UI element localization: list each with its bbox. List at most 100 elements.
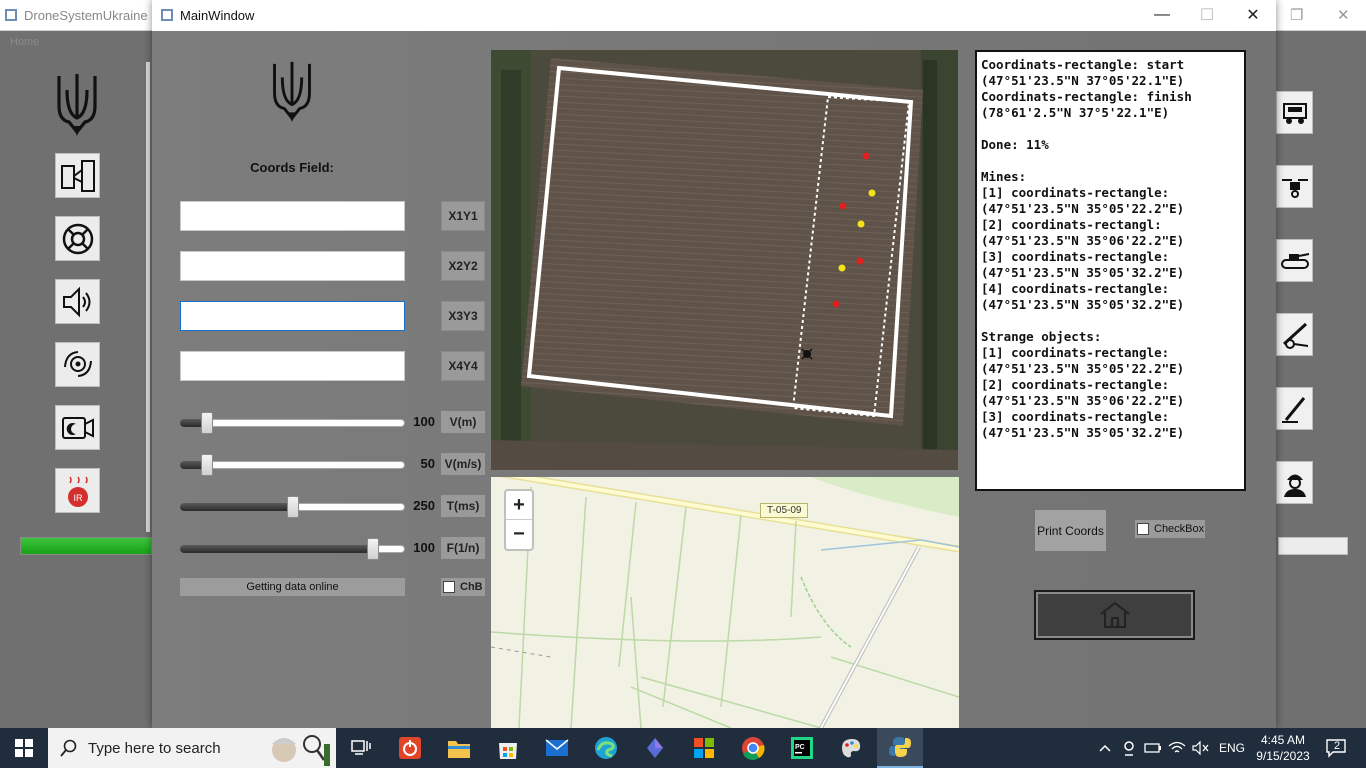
speed-slider[interactable] (180, 454, 405, 476)
checkbox-box[interactable] (443, 581, 455, 593)
info-line: (47°51'23.5"N 35°06'22.2"E) (981, 393, 1185, 408)
start-button[interactable] (0, 728, 48, 768)
coord-input-x1y1[interactable] (180, 201, 405, 231)
slider-fill (180, 545, 373, 553)
mine-marker[interactable] (857, 220, 865, 228)
info-line: (47°51'23.5"N 37°05'22.1"E) (981, 73, 1185, 88)
altitude-value: 100 (413, 414, 435, 429)
info-line: [1] coordinats-rectangle: (981, 345, 1170, 360)
infrared-icon[interactable]: IR (55, 468, 100, 513)
close-icon[interactable]: ✕ (1233, 4, 1273, 26)
restore-icon[interactable]: ❐ (1290, 6, 1303, 24)
mail-icon[interactable] (543, 734, 571, 762)
chevron-up-icon[interactable] (1093, 734, 1117, 762)
language-indicator[interactable]: ENG (1219, 741, 1245, 755)
tank-icon[interactable] (1276, 239, 1313, 282)
print-coords-button[interactable]: Print Coords (1035, 510, 1106, 551)
webcam-icon[interactable] (1117, 734, 1141, 762)
search-icon (60, 739, 77, 757)
clock[interactable]: 4:45 AM 9/15/2023 (1255, 732, 1311, 764)
slider-handle[interactable] (367, 538, 379, 560)
close-icon[interactable]: ✕ (1337, 6, 1350, 24)
speaker-icon[interactable] (55, 279, 100, 324)
home-button[interactable] (1034, 590, 1195, 640)
coord-input-x2y2[interactable] (180, 251, 405, 281)
wifi-icon[interactable] (1165, 734, 1189, 762)
mine-marker[interactable] (856, 257, 864, 265)
mine-marker[interactable] (862, 152, 870, 160)
edge-icon[interactable] (592, 734, 620, 762)
lifebuoy-icon[interactable] (55, 216, 100, 261)
mortar-icon[interactable] (1276, 387, 1313, 430)
checkbox-label: CheckBox (1154, 523, 1205, 535)
info-text-box[interactable]: Coordinats-rectangle: start (47°51'23.5"… (975, 50, 1246, 491)
mine-marker[interactable] (868, 189, 876, 197)
altitude-unit-label: V(m) (441, 411, 485, 433)
info-line (981, 153, 1240, 169)
zoom-in-button[interactable]: + (506, 491, 532, 520)
frequency-unit-label: F(1/n) (441, 537, 485, 559)
windows-icon (15, 739, 33, 757)
office-icon[interactable] (690, 734, 718, 762)
x4y4-button[interactable]: X4Y4 (441, 351, 485, 381)
svg-text:PC: PC (795, 744, 805, 751)
street-map[interactable]: + − T-05-09 (491, 477, 959, 728)
home-icon (1099, 601, 1130, 628)
coord-input-x4y4[interactable] (180, 351, 405, 381)
background-right-panel (1276, 31, 1366, 728)
night-camera-icon[interactable] (55, 405, 100, 450)
store-icon[interactable] (494, 734, 522, 762)
clock-date: 9/15/2023 (1256, 749, 1310, 763)
taskbar-search[interactable]: Type here to search (48, 728, 336, 768)
altitude-slider[interactable] (180, 412, 405, 434)
volume-muted-icon[interactable] (1189, 734, 1213, 762)
file-explorer-icon[interactable] (445, 734, 473, 762)
splitter[interactable] (146, 62, 150, 296)
battery-icon[interactable] (1141, 734, 1165, 762)
svg-text:IR: IR (73, 493, 83, 503)
chb-checkbox[interactable]: ChB (441, 578, 485, 596)
soldier-icon[interactable] (1276, 461, 1313, 504)
truck-icon[interactable] (1276, 91, 1313, 134)
paint-icon[interactable] (837, 734, 865, 762)
mine-marker[interactable] (838, 264, 846, 272)
artillery-icon[interactable] (1276, 313, 1313, 356)
task-view-icon[interactable] (347, 734, 375, 762)
info-line: [4] coordinats-rectangle: (981, 281, 1170, 296)
chrome-icon[interactable] (739, 734, 767, 762)
drone-control-icon[interactable] (55, 153, 100, 198)
coord-input-x3y3[interactable] (180, 301, 405, 331)
satellite-map[interactable] (491, 50, 958, 470)
splitter[interactable] (146, 296, 150, 532)
notification-center-icon[interactable]: 2 (1325, 738, 1347, 758)
info-line: [3] coordinats-rectangle: (981, 249, 1170, 264)
app-red-power-icon[interactable] (396, 734, 424, 762)
getting-data-online-button[interactable]: Getting data online (180, 578, 405, 596)
slider-handle[interactable] (201, 412, 213, 434)
maximize-icon[interactable]: ☐ (1187, 4, 1227, 26)
time-slider[interactable] (180, 496, 405, 518)
x3y3-button[interactable]: X3Y3 (441, 301, 485, 331)
slider-handle[interactable] (287, 496, 299, 518)
notification-count: 2 (1334, 740, 1341, 752)
mine-marker[interactable] (839, 202, 847, 210)
mine-marker[interactable] (832, 300, 840, 308)
x2y2-button[interactable]: X2Y2 (441, 251, 485, 281)
pycharm-icon[interactable]: PC (788, 734, 816, 762)
checkbox-box[interactable] (1137, 523, 1149, 535)
camera-rotate-icon[interactable] (55, 342, 100, 387)
python-app-icon[interactable] (877, 728, 923, 768)
checkbox[interactable]: CheckBox (1135, 520, 1205, 538)
info-line: Strange objects: (981, 329, 1102, 344)
info-line: (78°61'2.5"N 37°5'22.1"E) (981, 105, 1170, 120)
drone-icon[interactable] (1276, 165, 1313, 208)
info-line (981, 313, 1240, 329)
teams-like-icon[interactable] (641, 734, 669, 762)
minimize-icon[interactable]: — (1142, 4, 1182, 26)
frequency-slider[interactable] (180, 538, 405, 560)
x1y1-button[interactable]: X1Y1 (441, 201, 485, 231)
info-line: (47°51'23.5"N 35°05'32.2"E) (981, 265, 1185, 280)
slider-handle[interactable] (201, 454, 213, 476)
main-titlebar: MainWindow — ☐ ✕ (152, 0, 1276, 31)
zoom-out-button[interactable]: − (506, 520, 532, 549)
